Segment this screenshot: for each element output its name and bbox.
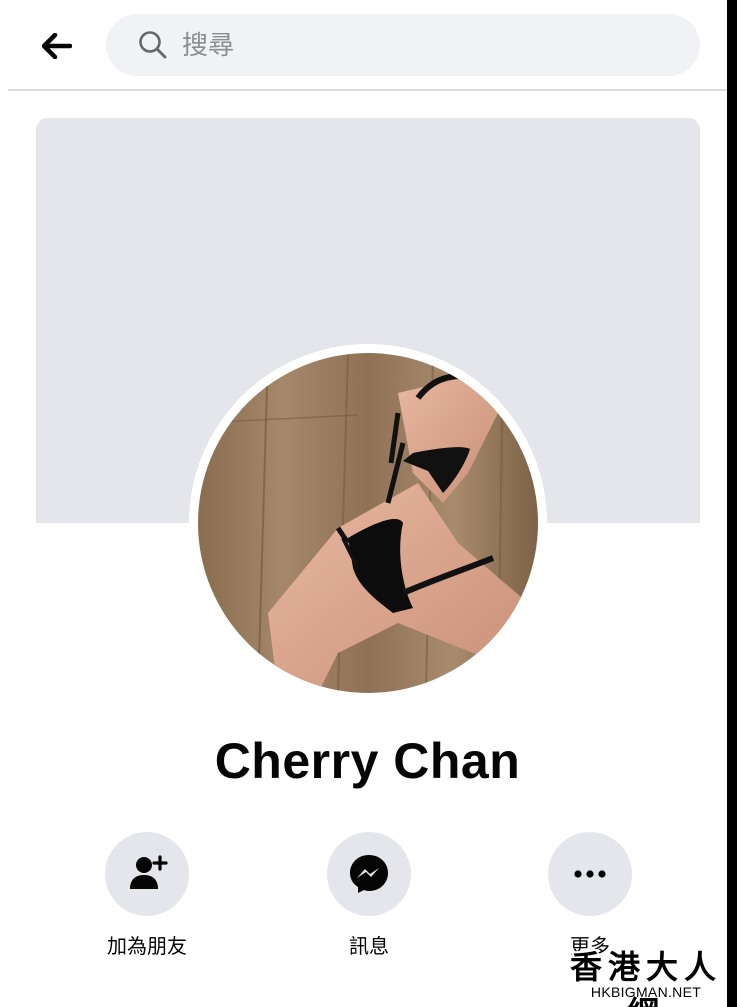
more-icon — [574, 870, 606, 878]
messenger-icon — [350, 855, 388, 893]
left-border — [0, 0, 8, 1007]
add-friend-label: 加為朋友 — [107, 934, 187, 958]
message-button[interactable]: 訊息 — [279, 832, 459, 962]
profile-name: Cherry Chan — [214, 733, 521, 789]
profile-photo[interactable] — [198, 353, 538, 693]
watermark: 香港大人網 HKBIGMAN.NET — [556, 942, 727, 1007]
profile-photo-image — [198, 353, 538, 693]
arrow-left-icon — [42, 33, 72, 59]
message-label: 訊息 — [349, 934, 389, 958]
add-friend-button[interactable]: 加為朋友 — [57, 832, 237, 962]
more-circle — [548, 832, 632, 916]
add-friend-circle — [105, 832, 189, 916]
message-circle — [327, 832, 411, 916]
search-bar[interactable] — [106, 14, 700, 76]
back-button[interactable] — [38, 28, 76, 64]
watermark-site: HKBIGMAN.NET — [590, 984, 702, 1000]
add-friend-icon — [130, 855, 168, 889]
search-icon — [139, 31, 167, 59]
right-border — [727, 0, 737, 1007]
profile-screen: Cherry Chan 加為朋友 訊息 更多 — [8, 0, 727, 1007]
top-bar — [8, 0, 727, 89]
header-divider — [8, 89, 727, 91]
search-input[interactable] — [180, 25, 664, 67]
